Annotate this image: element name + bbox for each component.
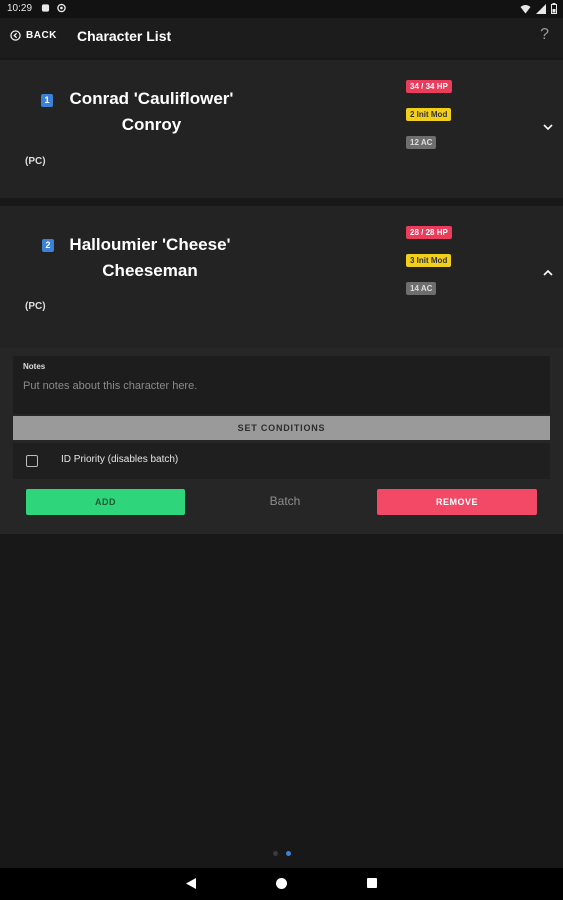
character-type: (PC) — [25, 156, 46, 167]
wifi-icon — [520, 4, 531, 13]
ac-badge: 14 AC — [406, 282, 437, 295]
hp-badge: 34 / 34 HP — [406, 80, 452, 93]
signal-icon — [536, 3, 546, 14]
status-bar: 10:29 — [0, 0, 563, 18]
character-name-line2: Conroy — [121, 115, 182, 134]
hp-badge: 28 / 28 HP — [406, 226, 452, 239]
character-index-badge: 1 — [41, 94, 53, 107]
character-name-line2: Cheeseman — [102, 261, 198, 280]
back-label: BACK — [26, 30, 57, 41]
notes-field[interactable]: Notes Put notes about this character her… — [13, 356, 550, 414]
character-name-line1: Conrad 'Cauliflower' — [69, 89, 234, 108]
batch-button[interactable]: Batch — [258, 494, 312, 508]
init-mod-badge: 3 Init Mod — [406, 254, 452, 267]
back-arrow-icon — [10, 30, 21, 41]
init-mod-badge: 2 Init Mod — [406, 108, 452, 121]
system-nav-bar — [0, 868, 563, 900]
notes-label: Notes — [23, 362, 46, 371]
chevron-up-icon[interactable] — [541, 266, 555, 280]
chevron-down-icon[interactable] — [541, 120, 555, 134]
status-time: 10:29 — [7, 3, 33, 14]
app-bar: BACK Character List ? — [0, 18, 563, 58]
character-card[interactable]: 1 Conrad 'Cauliflower' Conroy (PC) 34 / … — [0, 60, 563, 198]
page-dot[interactable] — [273, 851, 278, 856]
battery-icon — [551, 3, 557, 14]
character-name: Halloumier 'Cheese' Cheeseman — [64, 232, 236, 284]
remove-button[interactable]: REMOVE — [377, 489, 537, 515]
nav-recents-icon[interactable] — [366, 877, 378, 889]
id-priority-label: ID Priority (disables batch) — [61, 454, 179, 465]
character-name: Conrad 'Cauliflower' Conroy — [64, 86, 239, 138]
help-button[interactable]: ? — [540, 26, 549, 44]
set-conditions-button[interactable]: SET CONDITIONS — [13, 416, 550, 440]
page-indicator — [273, 851, 291, 856]
id-priority-row[interactable]: ID Priority (disables batch) — [13, 443, 550, 479]
nav-back-icon[interactable] — [185, 877, 197, 890]
notification-icon — [41, 4, 50, 12]
character-name-line1: Halloumier 'Cheese' — [69, 235, 231, 254]
status-icons — [520, 3, 557, 14]
character-card[interactable]: 2 Halloumier 'Cheese' Cheeseman (PC) 28 … — [0, 206, 563, 348]
add-button[interactable]: ADD — [26, 489, 185, 515]
back-button[interactable]: BACK — [10, 30, 57, 41]
notification-icon — [57, 3, 66, 13]
id-priority-checkbox[interactable] — [26, 455, 38, 467]
notes-placeholder: Put notes about this character here. — [23, 380, 198, 392]
page-dot-active[interactable] — [286, 851, 291, 856]
nav-home-icon[interactable] — [275, 877, 288, 890]
character-type: (PC) — [25, 301, 46, 312]
ac-badge: 12 AC — [406, 136, 437, 149]
character-detail-panel: Notes Put notes about this character her… — [0, 348, 563, 534]
character-index-badge: 2 — [42, 239, 54, 252]
page-title: Character List — [77, 28, 172, 44]
